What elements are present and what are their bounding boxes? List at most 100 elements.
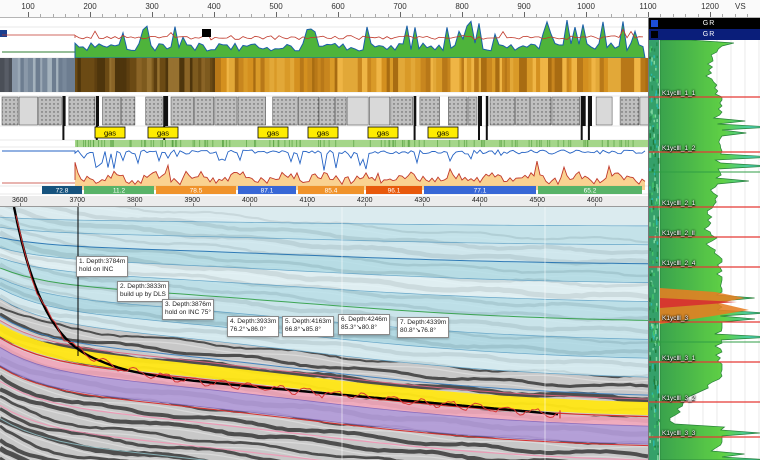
ruler-minor-tick: [164, 14, 165, 17]
log-tracks-panel[interactable]: gasgasgasgasgasgas72.811.278.587.185.496…: [0, 18, 648, 196]
measured-depth-ruler[interactable]: 3600370038003900400041004200430044004500…: [0, 196, 648, 207]
ruler-tick: [710, 12, 711, 17]
ruler-tick: [462, 12, 463, 17]
ruler-minor-tick: [660, 14, 661, 17]
gr-log-body[interactable]: K1ycⅢ_1_1K1ycⅢ_1_2K1ycⅢ_2_1K1ycⅢ_2_ⅡK1yc…: [649, 40, 760, 460]
ruler-minor-tick: [685, 14, 686, 17]
ruler-minor-tick: [301, 14, 302, 17]
ruler-minor-tick: [747, 14, 748, 17]
gas-label: gas: [104, 129, 116, 138]
ruler-minor-tick: [78, 14, 79, 17]
ruler-minor-tick: [611, 14, 612, 17]
depth-chip-icon: [651, 31, 658, 38]
depth-tick: [308, 203, 309, 206]
ruler-minor-tick: [623, 14, 624, 17]
ruler-minor-tick: [450, 14, 451, 17]
ruler-minor-tick: [474, 14, 475, 17]
ruler-tick-label: 800: [455, 2, 468, 11]
stat-value: 77.1: [474, 187, 487, 194]
gr-header-label-1: GR: [660, 20, 758, 27]
ruler-minor-tick: [350, 14, 351, 17]
trajectory-annotation[interactable]: 4. Depth:3933m76.2°↘86.0°: [227, 316, 279, 337]
gas-label: gas: [437, 129, 449, 138]
ruler-minor-tick: [549, 14, 550, 17]
ruler-tick: [648, 12, 649, 17]
gr-header-label-2: GR: [660, 31, 758, 38]
gas-label: gas: [377, 129, 389, 138]
ruler-minor-tick: [140, 14, 141, 17]
depth-tick: [365, 203, 366, 206]
horizon-marker-labels: K1ycⅢ_1_1K1ycⅢ_1_2K1ycⅢ_2_1K1ycⅢ_2_ⅡK1yc…: [649, 40, 760, 460]
ruler-tick-label: 400: [207, 2, 220, 11]
gr-reference-panel: GR GR K1ycⅢ_1_1K1ycⅢ_1_2K1ycⅢ_2_1K1ycⅢ_2…: [648, 18, 760, 460]
depth-tick: [595, 203, 596, 206]
annotation-depth-line: 2. Depth:3833m: [120, 283, 166, 291]
ruler-tick-label: 300: [145, 2, 158, 11]
gr-header-row-2: GR: [649, 29, 760, 40]
horizon-marker-label: K1ycⅢ_3: [662, 314, 688, 322]
ruler-minor-tick: [177, 14, 178, 17]
horizon-marker-label: K1ycⅢ_1_1: [662, 89, 695, 97]
resistivity-curve: [75, 29, 643, 40]
depth-tick: [538, 203, 539, 206]
ruler-minor-tick: [189, 14, 190, 17]
ruler-minor-tick: [412, 14, 413, 17]
horizon-marker-label: K1ycⅢ_3_3: [662, 429, 695, 437]
ruler-tick-label: 100: [21, 2, 34, 11]
ruler-minor-tick: [115, 14, 116, 17]
ruler-minor-tick: [264, 14, 265, 17]
stat-value: 11.2: [113, 187, 126, 194]
ruler-minor-tick: [202, 14, 203, 17]
trajectory-annotation[interactable]: 1. Depth:3784mhold on INC: [76, 256, 128, 277]
ruler-minor-tick: [53, 14, 54, 17]
horizon-marker-label: K1ycⅢ_2_1: [662, 199, 695, 207]
stat-value: 87.1: [261, 187, 274, 194]
horizon-marker-label: K1ycⅢ_3_2: [662, 394, 695, 402]
gas-label: gas: [157, 129, 169, 138]
ruler-minor-tick: [65, 14, 66, 17]
depth-chip-icon: [651, 20, 658, 27]
ruler-minor-tick: [735, 14, 736, 17]
ruler-minor-tick: [512, 14, 513, 17]
ruler-minor-tick: [722, 14, 723, 17]
trajectory-annotation[interactable]: 6. Depth:4246m85.3°↘80.8°: [338, 314, 390, 335]
ruler-tick-label: 1000: [577, 2, 595, 11]
stat-value: 72.8: [56, 187, 69, 194]
ruler-tick-label: 1200: [701, 2, 719, 11]
depth-tick: [78, 203, 79, 206]
ruler-tick-label: 700: [393, 2, 406, 11]
ruler-tick: [90, 12, 91, 17]
ruler-minor-tick: [388, 14, 389, 17]
ruler-minor-tick: [127, 14, 128, 17]
ruler-minor-tick: [437, 14, 438, 17]
ruler-tick: [524, 12, 525, 17]
ruler-minor-tick: [487, 14, 488, 17]
ruler-minor-tick: [326, 14, 327, 17]
ruler-tick-label: 200: [83, 2, 96, 11]
gas-label: gas: [317, 129, 329, 138]
annotation-detail-line: 80.8°↘76.8°: [400, 327, 446, 335]
ruler-minor-tick: [251, 14, 252, 17]
annotation-detail-line: 85.3°↘80.8°: [341, 324, 387, 332]
ruler-minor-tick: [102, 14, 103, 17]
ruler-tick-label: 500: [269, 2, 282, 11]
ruler-minor-tick: [499, 14, 500, 17]
trajectory-annotation[interactable]: 3. Depth:3876mhold on INC 75°: [162, 299, 214, 320]
trajectory-annotation[interactable]: 7. Depth:4339m80.8°↘76.8°: [397, 317, 449, 338]
ruler-minor-tick: [239, 14, 240, 17]
trajectory-annotation[interactable]: 5. Depth:4163m66.8°↘85.8°: [282, 316, 334, 337]
track-marker: [202, 29, 211, 37]
gas-label: gas: [267, 129, 279, 138]
ruler-tick-label: 600: [331, 2, 344, 11]
horizon-marker-label: K1ycⅢ_2_Ⅱ: [662, 229, 695, 237]
ruler-tick: [338, 12, 339, 17]
ruler-tick: [214, 12, 215, 17]
ruler-minor-tick: [226, 14, 227, 17]
ruler-minor-tick: [40, 14, 41, 17]
ruler-minor-tick: [574, 14, 575, 17]
vs-ruler[interactable]: VS 1002003004005006007008009001000110012…: [0, 0, 760, 18]
ruler-minor-tick: [698, 14, 699, 17]
ruler-minor-tick: [288, 14, 289, 17]
seismic-section-panel[interactable]: 3600370038003900400041004200430044004500…: [0, 196, 648, 460]
annotation-detail-line: hold on INC 75°: [165, 309, 211, 317]
